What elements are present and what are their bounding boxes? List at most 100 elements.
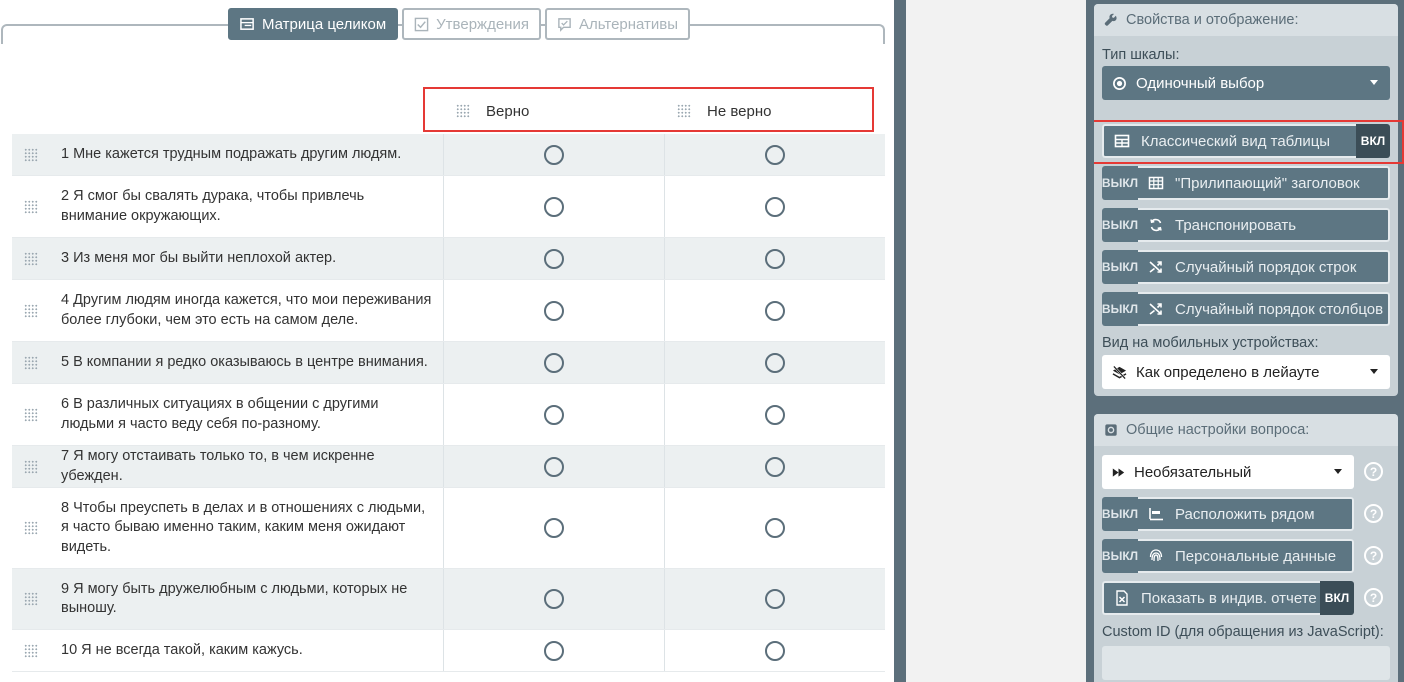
drag-handle-icon[interactable] [24,199,38,214]
radio-button[interactable] [765,404,785,425]
answer-cell [664,238,885,279]
tab-label: Альтернативы [578,15,679,33]
card-title: Общие настройки вопроса: [1094,414,1398,446]
panel-splitter[interactable] [894,0,906,682]
toggle-label: Случайный порядок строк [1175,258,1357,276]
answer-cell [664,176,885,237]
drag-handle-icon[interactable] [24,407,38,422]
row-label: 8 Чтобы преуспеть в делах и в отношениях… [12,488,443,568]
radio-button[interactable] [544,196,564,217]
answer-cell [443,176,664,237]
help-icon[interactable]: ? [1364,504,1383,523]
table-row: 7 Я могу отстаивать только то, в чем иск… [12,446,885,488]
toggle-state-off: ВЫКЛ [1102,497,1138,531]
comment-icon [558,17,571,32]
row-text: 6 В различных ситуациях в общении с друг… [61,396,379,432]
custom-id-label: Custom ID (для обращения из JavaScript): [1102,624,1384,640]
radio-button[interactable] [765,456,785,477]
radio-button[interactable] [765,640,785,661]
row-label: 3 Из меня мог бы выйти неплохой актер. [12,238,443,279]
drag-handle-icon[interactable] [24,355,38,370]
radio-button[interactable] [765,300,785,321]
drag-handle-icon[interactable] [24,303,38,318]
answer-cell [443,134,664,175]
row-text: 3 Из меня мог бы выйти неплохой актер. [61,249,337,266]
tab-whole-matrix[interactable]: Матрица целиком [228,8,399,40]
drag-handle-icon[interactable] [24,459,38,474]
personal-data-toggle[interactable]: ВЫКЛ Персональные данные [1102,539,1354,573]
tab-statements[interactable]: Утверждения [402,8,541,40]
row-text: 4 Другим людям иногда кажется, что мои п… [61,292,432,328]
radio-button[interactable] [544,300,564,321]
random-columns-toggle[interactable]: ВЫКЛ Случайный порядок столбцов [1102,292,1390,326]
toggle-state-off: ВЫКЛ [1102,250,1138,284]
toggle-label: Персональные данные [1175,547,1337,565]
toggle-state-off: ВЫКЛ [1102,292,1138,326]
answer-cell [443,569,664,629]
file-excel-icon [1116,590,1128,606]
table-row: 8 Чтобы преуспеть в делах и в отношениях… [12,488,885,569]
drag-handle-icon[interactable] [24,643,38,658]
radio-button[interactable] [544,640,564,661]
drag-handle-icon[interactable] [24,521,38,535]
tab-alternatives[interactable]: Альтернативы [544,8,691,40]
custom-id-input[interactable] [1102,646,1390,680]
row-label: 6 В различных ситуациях в общении с друг… [12,384,443,445]
fingerprint-icon [1149,549,1163,562]
tab-label: Матрица целиком [262,15,387,33]
panel-border [1086,0,1094,682]
row-text: 9 Я могу быть дружелюбным с людьми, кото… [61,580,408,617]
card-title-text: Общие настройки вопроса: [1126,422,1310,438]
radio-button[interactable] [765,589,785,609]
answer-cell [443,238,664,279]
row-label: 7 Я могу отстаивать только то, в чем иск… [12,446,443,487]
radio-button[interactable] [544,456,564,477]
toggle-body: Случайный порядок строк [1138,250,1390,284]
align-icon [1149,508,1163,521]
random-rows-toggle[interactable]: ВЫКЛ Случайный порядок строк [1102,250,1390,284]
help-icon[interactable]: ? [1364,588,1383,607]
report-toggle[interactable]: Показать в индив. отчете ВКЛ [1102,581,1354,615]
transpose-toggle[interactable]: ВЫКЛ Транспонировать [1102,208,1390,242]
required-select[interactable]: Необязательный [1102,455,1354,489]
radio-button[interactable] [765,518,785,538]
chevron-down-icon [1334,469,1342,474]
table-row: 3 Из меня мог бы выйти неплохой актер. [12,238,885,280]
drag-handle-icon[interactable] [24,592,38,606]
table-row: 9 Я могу быть дружелюбным с людьми, кото… [12,569,885,630]
sticky-header-toggle[interactable]: ВЫКЛ "Прилипающий" заголовок [1102,166,1390,200]
toggle-body: Показать в индив. отчете [1102,581,1320,615]
radio-button[interactable] [544,144,564,165]
answer-cell [443,384,664,445]
radio-button[interactable] [544,589,564,609]
help-icon[interactable]: ? [1364,546,1383,565]
row-text: 7 Я могу отстаивать только то, в чем иск… [61,448,375,484]
display-properties-card: Свойства и отображение: Тип шкалы: Одино… [1094,4,1398,396]
required-value: Необязательный [1134,463,1252,481]
radio-button[interactable] [765,248,785,269]
mobile-view-label: Вид на мобильных устройствах: [1102,335,1319,351]
radio-button[interactable] [765,144,785,165]
fast-forward-icon [1112,467,1125,477]
side-by-side-toggle[interactable]: ВЫКЛ Расположить рядом [1102,497,1354,531]
toggle-label: "Прилипающий" заголовок [1175,174,1360,192]
radio-button[interactable] [544,404,564,425]
mobile-view-select[interactable]: Как определено в лейауте [1102,355,1390,389]
radio-button[interactable] [544,352,564,373]
radio-button[interactable] [544,248,564,269]
empty-area [906,0,1086,682]
radio-icon [1113,76,1126,90]
checkbox-icon [414,17,429,31]
drag-handle-icon[interactable] [24,251,38,266]
row-text: 5 В компании я редко оказываюсь в центре… [61,353,428,370]
wrench-icon [1104,13,1117,26]
radio-button[interactable] [765,196,785,217]
help-icon[interactable]: ? [1364,462,1383,481]
radio-button[interactable] [765,352,785,373]
toggle-label: Расположить рядом [1175,505,1315,523]
drag-handle-icon[interactable] [24,147,38,162]
row-label: 9 Я могу быть дружелюбным с людьми, кото… [12,569,443,629]
toggle-label: Случайный порядок столбцов [1175,300,1384,318]
radio-button[interactable] [544,518,564,538]
scale-type-select[interactable]: Одиночный выбор [1102,66,1390,100]
